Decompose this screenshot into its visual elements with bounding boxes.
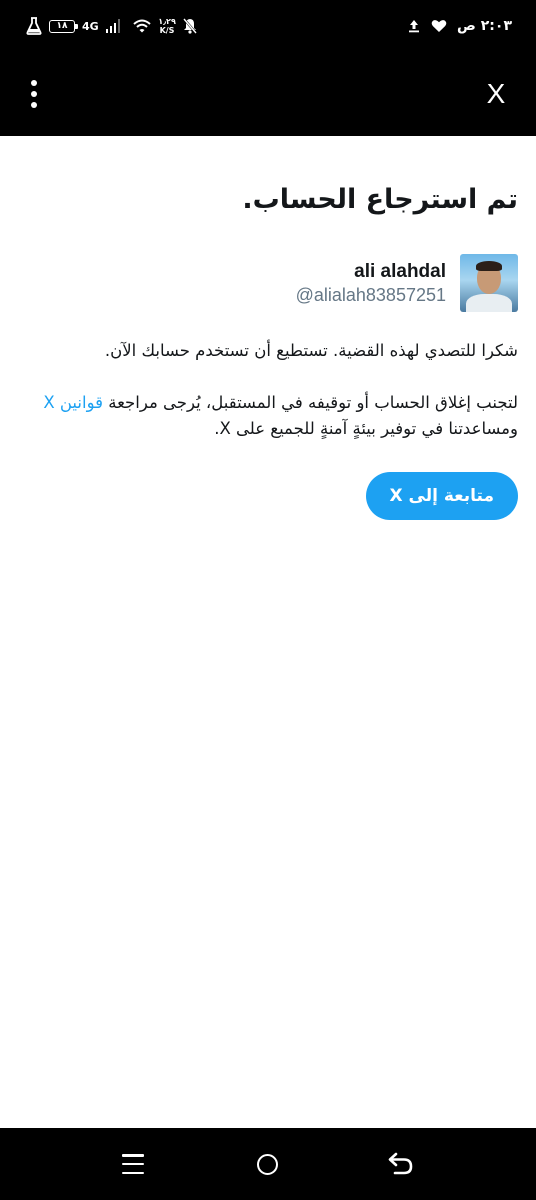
dot-icon: [31, 91, 37, 97]
home-icon[interactable]: [257, 1154, 278, 1175]
success-message: شكرا للتصدي لهذه القضية. تستطيع أن تستخد…: [104, 341, 518, 360]
network-type: 4G: [82, 19, 99, 33]
close-button[interactable]: X: [478, 76, 514, 112]
account-names: ali alahdal @alialah83857251: [296, 261, 446, 306]
flask-icon: [26, 17, 42, 35]
rules-message: لتجنب إغلاق الحساب أو توقيفه في المستقبل…: [18, 390, 518, 442]
continue-to-x-button[interactable]: متابعة إلى X: [365, 472, 518, 520]
more-options-button[interactable]: [20, 76, 48, 112]
rules-message-end: ومساعدتنا في توفير بيئةٍ آمنةٍ للجميع عل…: [214, 419, 518, 438]
heart-icon: [431, 20, 447, 32]
account-card: ali alahdal @alialah83857251: [18, 254, 518, 312]
dot-icon: [31, 102, 37, 108]
rules-link[interactable]: قوانين X: [43, 393, 103, 412]
status-right: ٢:٠٣ ص: [407, 14, 512, 38]
signal-icon: [105, 19, 121, 33]
upload-icon: [409, 20, 420, 33]
user-handle: @alialah83857251: [295, 284, 446, 305]
network-speed: ١٫٢٩ K/S: [158, 17, 176, 35]
dot-icon: [31, 80, 37, 86]
main-content: تم استرجاع الحساب. ali alahdal @alialah8…: [18, 136, 518, 520]
page-title: تم استرجاع الحساب.: [242, 184, 518, 215]
speed-unit: K/S: [159, 26, 175, 35]
status-clock: ٢:٠٣ ص: [457, 18, 512, 34]
avatar: [460, 254, 518, 312]
status-bar: ١٨ 4G ١٫٢٩ K/S ٢:٠٣ ص: [0, 0, 536, 52]
rules-message-start: لتجنب إغلاق الحساب أو توقيفه في المستقبل…: [103, 393, 518, 412]
wifi-icon: [133, 19, 151, 33]
speed-value: ١٫٢٩: [158, 17, 176, 26]
back-icon[interactable]: [386, 1150, 416, 1178]
battery-icon: ١٨: [49, 19, 78, 33]
battery-level: ١٨: [56, 21, 68, 31]
mute-icon: [182, 18, 197, 34]
display-name: ali alahdal: [354, 260, 446, 282]
recents-icon[interactable]: [122, 1154, 144, 1174]
status-left-icons: ١٨ 4G ١٫٢٩ K/S: [26, 14, 197, 38]
system-nav-bar: [0, 1128, 536, 1200]
app-header: X: [0, 52, 536, 136]
